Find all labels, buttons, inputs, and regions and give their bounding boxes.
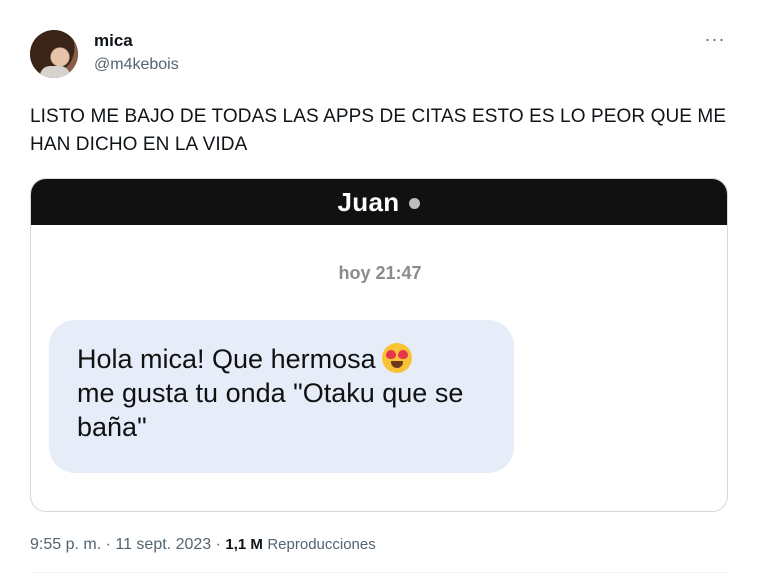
avatar[interactable]: [30, 30, 78, 78]
tweet-text: LISTO ME BAJO DE TODAS LAS APPS DE CITAS…: [30, 106, 727, 155]
tweet-metadata: 9:55 p. m. · 11 sept. 2023 · 1,1 M Repro…: [30, 536, 376, 554]
online-status-icon: [409, 197, 421, 209]
avatar-shirt: [40, 66, 70, 78]
divider: [30, 572, 728, 573]
smiling-face-with-heart-eyes-icon: [381, 343, 412, 373]
tweet-time[interactable]: 9:55 p. m.: [30, 536, 101, 553]
ellipsis-icon: ···: [704, 29, 726, 49]
chat-message-text: Hola mica! Que hermosa: [77, 344, 376, 374]
meta-separator-2: ·: [211, 536, 226, 553]
chat-timestamp: hoy 21:47: [338, 263, 422, 283]
views-count: 1,1 M: [225, 536, 263, 553]
views-label: Reproducciones: [267, 536, 376, 553]
meta-separator: ·: [101, 536, 116, 553]
chat-header: Juan: [31, 179, 727, 225]
chat-contact-name: Juan: [337, 186, 400, 217]
author-display-name[interactable]: mica: [94, 31, 133, 51]
more-options-button[interactable]: ···: [700, 29, 730, 52]
author-handle[interactable]: @m4kebois: [94, 56, 179, 74]
chat-message-text-rest: me gusta tu onda "Otaku que se baña": [77, 378, 464, 442]
tweet-date[interactable]: 11 sept. 2023: [115, 536, 211, 553]
tweet-media-image[interactable]: Juan hoy 21:47 Hola mica! Que hermosa me…: [30, 178, 728, 512]
chat-message-bubble: Hola mica! Que hermosa me gusta tu onda …: [49, 320, 514, 473]
tweet: mica @m4kebois ··· LISTO ME BAJO DE TODA…: [0, 0, 757, 582]
